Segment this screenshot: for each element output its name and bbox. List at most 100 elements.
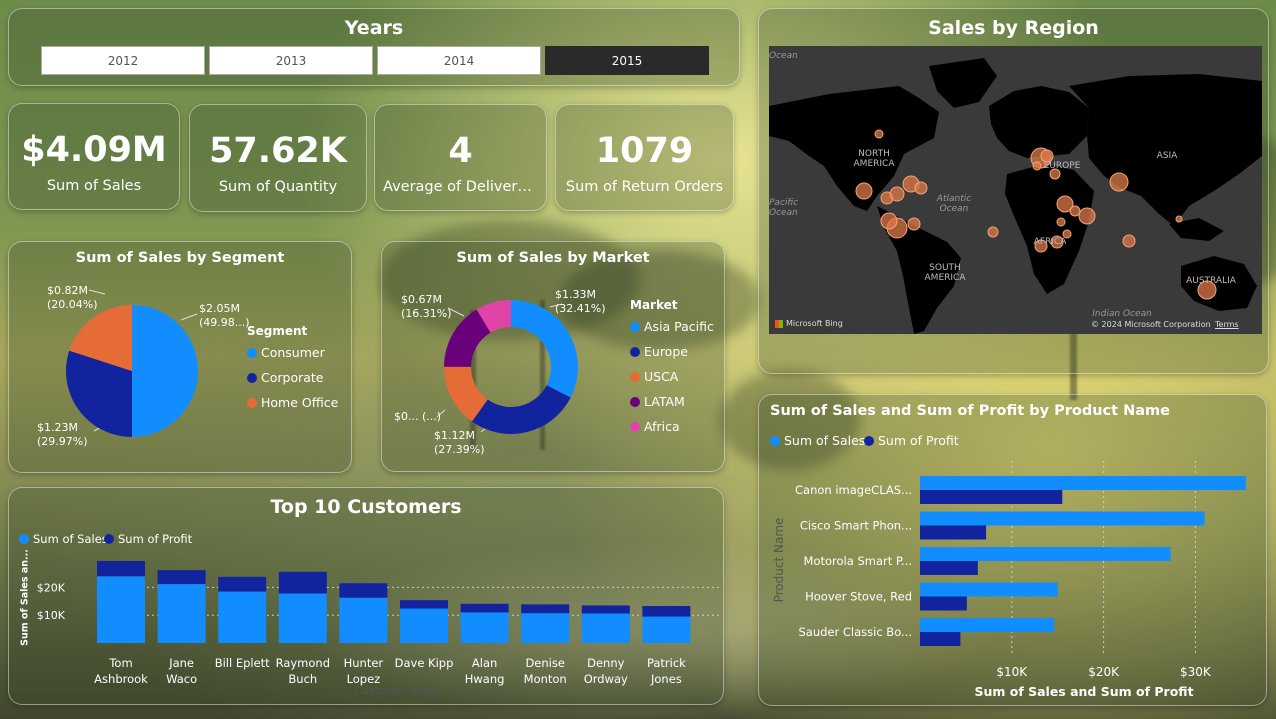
legend-item-usca[interactable]: USCA bbox=[630, 369, 678, 384]
bar-profit[interactable] bbox=[920, 632, 961, 646]
kpi-label: Sum of Return Orders bbox=[565, 179, 724, 195]
slice-consumer[interactable] bbox=[132, 305, 198, 437]
year-button-2014[interactable]: 2014 bbox=[377, 46, 541, 75]
products-bar-card: Sum of Sales and Sum of Profit by Produc… bbox=[758, 394, 1267, 706]
bar-sales[interactable] bbox=[460, 612, 509, 643]
bar-profit[interactable] bbox=[920, 525, 987, 540]
year-button-2013[interactable]: 2013 bbox=[209, 46, 373, 75]
kpi-value: $4.09M bbox=[21, 130, 167, 170]
legend-item-africa[interactable]: Africa bbox=[630, 419, 680, 434]
bar-sales[interactable] bbox=[278, 593, 327, 643]
legend-item-consumer[interactable]: Consumer bbox=[247, 345, 325, 360]
x-tick-label: Patrick bbox=[647, 656, 686, 670]
legend-label: USCA bbox=[644, 369, 679, 384]
legend-dot-icon bbox=[630, 421, 640, 432]
x-tick-label: Raymond bbox=[276, 656, 330, 670]
bar-sales[interactable] bbox=[339, 597, 388, 643]
years-title: Years bbox=[344, 17, 404, 39]
x-tick-label: Lopez bbox=[347, 672, 381, 686]
bar-sales[interactable] bbox=[920, 582, 1058, 597]
kpi-average-of-delivery[interactable]: 4 Average of Delivery… bbox=[374, 104, 547, 211]
map-label-pacific: Pacific Ocean bbox=[769, 198, 799, 218]
slice-europe[interactable] bbox=[471, 385, 571, 434]
bar-sales[interactable] bbox=[920, 547, 1171, 561]
map-bubble[interactable] bbox=[907, 217, 921, 231]
world-map[interactable]: NORTH AMERICA EUROPE ASIA AFRICA SOUTH A… bbox=[769, 46, 1262, 334]
leader-line bbox=[180, 313, 198, 321]
map-bubble[interactable] bbox=[1056, 217, 1066, 227]
map-bubble[interactable] bbox=[1175, 215, 1183, 223]
bar-sales[interactable] bbox=[581, 613, 630, 643]
products-bar-chart[interactable]: $10K $20K $30K Canon imageCLAS... Cisco Smar… bbox=[759, 395, 1268, 707]
kpi-sum-of-quantity[interactable]: 57.62K Sum of Quantity bbox=[189, 104, 367, 212]
year-button-2015[interactable]: 2015 bbox=[545, 46, 709, 75]
map-bubble[interactable] bbox=[1078, 207, 1096, 225]
map-bubble[interactable] bbox=[880, 212, 898, 230]
bar-profit[interactable] bbox=[218, 576, 267, 592]
customers-bar-chart[interactable]: $10K $20K Tom Ashbrook Jane Waco Bill Eplett Ra… bbox=[9, 488, 725, 706]
kpi-sum-of-return-orders[interactable]: 1079 Sum of Return Orders bbox=[555, 104, 734, 211]
years-slicer: Years 2012 2013 2014 2015 bbox=[8, 8, 740, 86]
x-tick-label: $20K bbox=[1088, 665, 1120, 679]
legend-dot-icon bbox=[247, 397, 257, 408]
x-tick-label: Buch bbox=[288, 672, 317, 686]
legend-label: Corporate bbox=[261, 370, 324, 385]
x-tick-label: Hunter bbox=[344, 656, 384, 670]
legend-label: Asia Pacific bbox=[644, 319, 714, 334]
bar-sales[interactable] bbox=[400, 608, 448, 643]
legend-item-home-office[interactable]: Home Office bbox=[247, 395, 338, 410]
continent-greenland bbox=[929, 58, 997, 108]
market-donut-card: Sum of Sales by Market $1.33M (32.41%) $1… bbox=[381, 241, 725, 472]
map-bubble[interactable] bbox=[1069, 205, 1081, 217]
y-tick-label: Sauder Classic Bo... bbox=[798, 625, 912, 639]
map-bubble[interactable] bbox=[1109, 172, 1129, 192]
bar-profit[interactable] bbox=[278, 571, 327, 594]
legend-item-corporate[interactable]: Corporate bbox=[247, 370, 324, 385]
map-bubble[interactable] bbox=[914, 181, 928, 195]
bar-profit[interactable] bbox=[581, 605, 630, 614]
legend-dot-icon bbox=[247, 347, 257, 358]
kpi-sum-of-sales[interactable]: $4.09M Sum of Sales bbox=[8, 103, 180, 210]
bar-sales[interactable] bbox=[97, 576, 145, 643]
year-button-2012[interactable]: 2012 bbox=[41, 46, 205, 75]
segment-label-consumer: $2.05M (49.98...) bbox=[199, 302, 250, 329]
map-bubble[interactable] bbox=[987, 226, 999, 238]
bar-sales[interactable] bbox=[157, 584, 206, 643]
bar-sales[interactable] bbox=[521, 613, 570, 643]
legend-label: Consumer bbox=[261, 345, 325, 360]
legend-item-europe[interactable]: Europe bbox=[630, 344, 688, 359]
bar-profit[interactable] bbox=[400, 600, 448, 609]
map-terms-link[interactable]: Terms bbox=[1215, 320, 1239, 329]
bar-sales[interactable] bbox=[920, 476, 1246, 490]
legend-item-latam[interactable]: LATAM bbox=[630, 394, 685, 409]
bar-profit[interactable] bbox=[460, 603, 509, 613]
bar-profit[interactable] bbox=[920, 490, 1063, 504]
sales-by-region-card: Sales by Region NORTH AMERICA EUROPE ASI… bbox=[758, 8, 1269, 374]
bar-sales[interactable] bbox=[642, 616, 691, 643]
map-bubble[interactable] bbox=[855, 182, 873, 200]
continent-asia bbox=[1069, 74, 1262, 226]
bing-logo: Microsoft Bing bbox=[775, 319, 843, 328]
map-bubble[interactable] bbox=[1122, 234, 1136, 248]
bar-sales[interactable] bbox=[920, 618, 1055, 632]
bar-sales[interactable] bbox=[920, 511, 1205, 526]
bar-profit[interactable] bbox=[920, 596, 967, 611]
map-bubble[interactable] bbox=[874, 129, 884, 139]
legend-item-asia-pacific[interactable]: Asia Pacific bbox=[630, 319, 714, 334]
bar-profit[interactable] bbox=[339, 583, 388, 598]
bar-profit[interactable] bbox=[920, 561, 978, 575]
map-bubble[interactable] bbox=[889, 186, 905, 202]
segment-label-corporate: $1.23M (29.97%) bbox=[37, 421, 88, 448]
x-tick-label: $30K bbox=[1180, 665, 1212, 679]
x-tick-label: Monton bbox=[524, 672, 567, 686]
bar-profit[interactable] bbox=[157, 570, 206, 585]
bar-profit[interactable] bbox=[642, 606, 691, 617]
bar-sales[interactable] bbox=[218, 591, 267, 643]
map-label-australia: AUSTRALIA bbox=[1186, 276, 1236, 286]
bar-profit[interactable] bbox=[97, 560, 145, 577]
x-tick-label: Dave Kipp bbox=[395, 656, 454, 670]
legend-dot-icon bbox=[247, 372, 257, 383]
legend-dot-icon bbox=[630, 396, 640, 407]
kpi-value: 4 bbox=[448, 131, 473, 171]
bar-profit[interactable] bbox=[521, 604, 570, 614]
